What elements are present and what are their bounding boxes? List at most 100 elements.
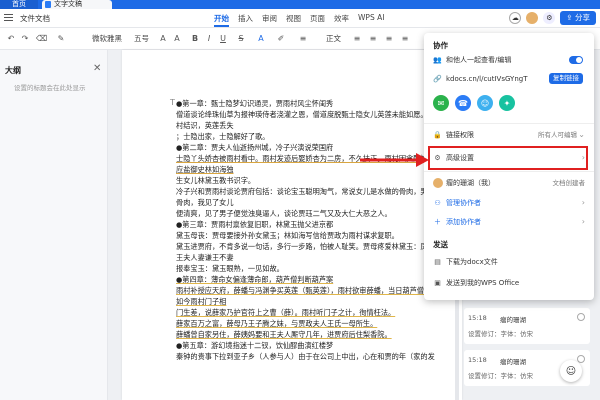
comment-time: 15:18 (468, 356, 487, 364)
undo-icon[interactable]: ↶ (6, 34, 16, 44)
comment-author: 瘤的珊湖 (500, 316, 526, 324)
doc-line: 生女儿林黛玉教书识字。 (176, 176, 256, 185)
doc-line: 门生差，说薛家乃护官符上之曹（薛）。雨村听门子之计，徇情枉法。 (176, 308, 396, 317)
strikethrough-icon[interactable]: S (236, 34, 246, 44)
comment-body: 设置修订：字体：仿宋 (468, 372, 533, 380)
share-channels: ✉ ☎ ☺ ✦ (433, 95, 515, 111)
align-center-icon[interactable]: ≡ (368, 34, 378, 44)
hamburger-icon[interactable] (4, 14, 13, 23)
underline-icon[interactable]: U (218, 34, 228, 44)
justify-icon[interactable]: ≡ (400, 34, 410, 44)
add-user-icon: ＋ (434, 218, 441, 226)
document-tab[interactable]: 文字文稿 (42, 0, 112, 9)
chevron-down-icon: ⌄ (578, 130, 585, 139)
increase-font-icon[interactable]: A (158, 34, 168, 44)
doc-line: ；士隐出家，士隐解好了歌。 (176, 132, 270, 141)
collab-toggle-row[interactable]: 👥 和他人一起查看/编辑 (433, 53, 587, 67)
home-tab[interactable]: 首页 (0, 0, 38, 9)
document-icon: ▤ (434, 258, 441, 266)
chevron-right-icon: › (581, 217, 585, 226)
link-icon: 🔗 (433, 75, 442, 83)
users-icon: 👥 (433, 56, 442, 64)
doc-line: 王夫人妻谦王不妻 (176, 253, 234, 262)
comment-body: 设置修订：字体：仿宋 (468, 330, 533, 338)
align-left-icon[interactable]: ≡ (352, 34, 362, 44)
outline-sidebar: 大纲 ✕ 设置的标题会在此处显示 (0, 50, 108, 400)
send-to-wps-row[interactable]: ▣ 发送到我的WPS Office (433, 276, 587, 290)
lock-icon: 🔒 (433, 131, 442, 139)
tab-review[interactable]: 审阅 (262, 13, 277, 27)
divider (424, 123, 594, 124)
comment-time: 15:18 (468, 314, 487, 322)
file-menu[interactable]: 文件文档 (20, 13, 50, 24)
outline-title: 大纲 (5, 66, 21, 75)
doc-line: 村结识，英莲丢失 (176, 121, 234, 130)
outline-hint: 设置的标题会在此处显示 (14, 84, 86, 92)
link-row: 🔗 kdocs.cn/l/cutIVsGYngT 复制链接 (433, 72, 587, 86)
cursor-marker-icon: T (170, 98, 175, 107)
decrease-font-icon[interactable]: A (172, 34, 182, 44)
ribbon-tabs: 开始 插入 审阅 视图 页面 效率 WPS AI (214, 13, 384, 27)
highlight-icon[interactable]: ✐ (276, 34, 286, 44)
gear-icon[interactable]: ⚙ (543, 12, 556, 24)
tab-view[interactable]: 视图 (286, 13, 301, 27)
link-permission-value[interactable]: 所有人可编辑 (538, 128, 577, 142)
qq-icon[interactable]: ☎ (455, 95, 471, 111)
paragraph-style-select[interactable]: 正文 (326, 33, 341, 44)
bold-icon[interactable]: B (190, 34, 200, 44)
doc-line: 僧道谈论绛珠仙草为报神瑛侍者浇灌之恩，僧道度脱甄士隐女儿英莲未能如愿。甄士隐结 (176, 110, 457, 119)
close-icon[interactable]: ✕ (93, 63, 101, 74)
font-color-icon[interactable]: A (256, 34, 266, 44)
tab-start[interactable]: 开始 (214, 13, 229, 27)
comment-author: 瘤的珊湖 (500, 358, 526, 366)
cloud-icon[interactable]: ☁ (509, 12, 522, 24)
list-icon[interactable]: ≡ (298, 34, 308, 44)
doc-line: ●第三章：贾雨村禀依复旧职，林黛玉抛父进京都 (176, 220, 334, 229)
link-permission-row[interactable]: 🔒 链接权限 所有人可编辑 ⌄ (433, 128, 587, 142)
document-page[interactable]: T ●第一章：甄士隐梦幻识通灵，贾雨村风尘怀闺秀 僧道谈论绛珠仙草为报神瑛侍者浇… (122, 50, 462, 400)
collab-section-title: 协作 (433, 41, 448, 50)
download-docx-row[interactable]: ▤ 下载为docx文件 (433, 255, 587, 269)
doc-line: 骨肉，我见了女儿 (176, 198, 234, 207)
copy-link-button[interactable]: 复制链接 (549, 73, 583, 84)
italic-icon[interactable]: I (204, 34, 214, 44)
document-body[interactable]: ●第一章：甄士隐梦幻识通灵，贾雨村风尘怀闺秀 僧道谈论绛珠仙草为报神瑛侍者浇灌之… (176, 98, 462, 362)
align-right-icon[interactable]: ≡ (384, 34, 394, 44)
avatar (433, 178, 443, 188)
font-size-select[interactable]: 五号 (134, 33, 149, 44)
doc-line: 黛玉母丧：贾母要接外孙女黛玉；林如海写信给贾政为雨村谋求复职。 (176, 231, 399, 240)
add-collaborator-row[interactable]: ＋添加协作者 › (433, 215, 587, 229)
owner-row: 瘤的珊湖（我） 文档创建者 (433, 176, 587, 190)
menubar-right: ☁ ⚙ ⇪ 分享 (509, 11, 596, 25)
share-button[interactable]: ⇪ 分享 (560, 11, 596, 25)
doc-line: 如今雨村门子相 (176, 297, 227, 306)
manage-collaborators-row[interactable]: ⚇ 管理协作者 › (433, 196, 587, 210)
owner-role: 文档创建者 (552, 179, 586, 187)
resolve-icon[interactable] (577, 313, 585, 321)
font-name-select[interactable]: 微软雅黑 (92, 33, 122, 44)
doc-line: 薛蟠曾自家另住，薛姨妈要和王夫人厮守几年，进贾府后住梨香院。 (176, 330, 392, 339)
tab-insert[interactable]: 插入 (238, 13, 253, 27)
wechat-icon[interactable]: ✉ (433, 95, 449, 111)
highlight-box (428, 146, 588, 170)
collab-toggle[interactable] (569, 56, 583, 64)
format-painter-icon[interactable]: ✎ (56, 34, 66, 44)
tab-efficiency[interactable]: 效率 (334, 13, 349, 27)
doc-line: ●第五章：游幻境指迷十二钗，饮仙醪曲演红楼梦 (176, 341, 334, 350)
send-icon: ▣ (434, 279, 441, 287)
doc-line: 黛玉进贾府，不肯多说一句话，多行一步路，怕被人耻笑。贾母疼爱林黛玉：凤辣子 (176, 242, 442, 251)
redo-icon[interactable]: ↷ (20, 34, 30, 44)
comment-card[interactable]: 15:18 瘤的珊湖 设置修订：字体：仿宋 (464, 308, 590, 344)
doc-line: 薛家百万之富，薛母乃王子腾之妹，与贾政夫人王氏一母所生。 (176, 319, 378, 328)
doc-line: 冷子兴和贾雨村谈论贾府包括：谈论宝玉聪明淘气，常说女儿是水做的骨肉，男人是泥做的 (176, 187, 462, 196)
dingtalk-icon[interactable]: ✦ (499, 95, 515, 111)
contacts-icon[interactable]: ☺ (477, 95, 493, 111)
annotation-arrow (360, 153, 429, 167)
clear-format-icon[interactable]: ⌫ (36, 34, 47, 44)
avatar[interactable] (526, 12, 539, 24)
menu-bar: 文件文档 开始 插入 审阅 视图 页面 效率 WPS AI ☁ ⚙ ⇪ 分享 (0, 9, 600, 28)
assistant-icon[interactable]: ☺ (560, 360, 582, 382)
share-link[interactable]: kdocs.cn/l/cutIVsGYngT (446, 75, 527, 83)
tab-wps-ai[interactable]: WPS AI (358, 13, 384, 27)
tab-page[interactable]: 页面 (310, 13, 325, 27)
